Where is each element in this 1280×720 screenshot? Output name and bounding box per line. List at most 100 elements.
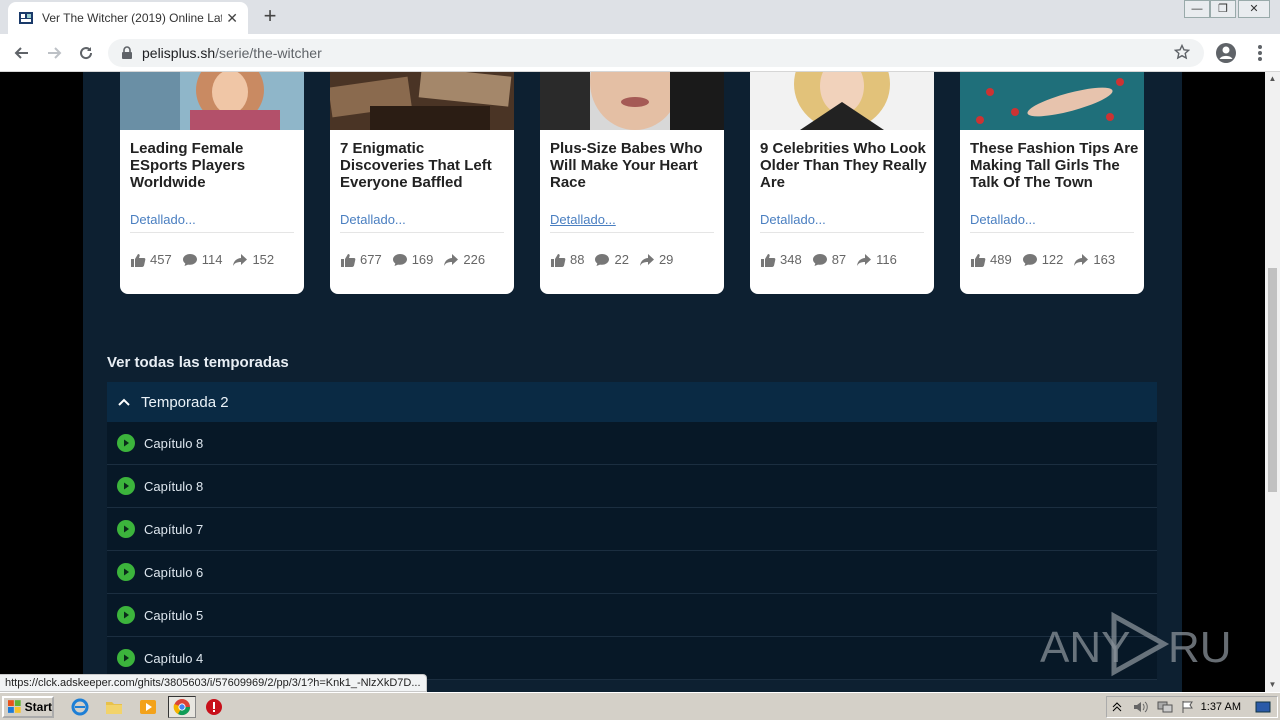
arrow-right-icon <box>48 47 62 59</box>
episode-label: Capítulo 8 <box>144 478 204 494</box>
lock-icon <box>122 46 132 59</box>
episode-label: Capítulo 4 <box>144 650 204 666</box>
forward-button[interactable] <box>42 41 66 65</box>
comment-icon <box>812 253 827 266</box>
tab-title: Ver The Witcher (2019) Online Latino <box>42 11 222 25</box>
ad-card[interactable]: Plus-Size Babes Who Will Make Your Heart… <box>540 72 724 294</box>
like-count: 677 <box>360 252 382 267</box>
chrome-taskbar-button[interactable] <box>168 696 196 718</box>
share-count: 152 <box>252 252 275 267</box>
address-bar[interactable]: pelisplus.sh/serie/the-witcher <box>108 39 1204 67</box>
comment-icon <box>595 253 610 266</box>
comment-count: 114 <box>201 252 223 267</box>
url-host: pelisplus.sh <box>142 45 216 61</box>
chevron-up-icon <box>118 398 130 406</box>
comment-icon <box>182 253 197 266</box>
ad-headline[interactable]: Plus-Size Babes Who Will Make Your Heart… <box>550 140 720 191</box>
share-count: 226 <box>463 252 486 267</box>
tray-expand-icon[interactable] <box>1111 700 1123 714</box>
share-icon <box>639 253 654 266</box>
thumbs-up-icon <box>551 253 566 267</box>
close-window-button[interactable]: ✕ <box>1238 0 1270 18</box>
kebab-menu-icon[interactable] <box>1250 41 1270 65</box>
season-label: Temporada 2 <box>141 393 229 411</box>
restore-button[interactable]: ❐ <box>1210 0 1236 18</box>
ad-thumbnail <box>540 72 724 130</box>
new-tab-button[interactable]: + <box>258 5 282 29</box>
back-button[interactable] <box>10 41 34 65</box>
divider <box>130 232 294 233</box>
reload-icon <box>80 47 93 60</box>
ad-headline[interactable]: Leading Female ESports Players Worldwide <box>130 140 300 191</box>
ad-card[interactable]: These Fashion Tips Are Making Tall Girls… <box>960 72 1144 294</box>
play-circle-icon <box>117 477 135 495</box>
ad-headline[interactable]: 7 Enigmatic Discoveries That Left Everyo… <box>340 140 510 191</box>
folder-icon[interactable] <box>104 697 124 717</box>
ad-more-link[interactable]: Detallado... <box>970 212 1036 227</box>
play-circle-icon <box>117 649 135 667</box>
scrollbar-thumb[interactable] <box>1268 268 1277 492</box>
ad-stats: 677 169 226 <box>340 252 491 267</box>
ad-more-link[interactable]: Detallado... <box>550 212 616 227</box>
ad-headline[interactable]: These Fashion Tips Are Making Tall Girls… <box>970 140 1140 191</box>
svg-text:ANY: ANY <box>1040 623 1130 672</box>
action-center-flag-icon[interactable] <box>1181 700 1195 714</box>
ad-card[interactable]: 7 Enigmatic Discoveries That Left Everyo… <box>330 72 514 294</box>
internet-explorer-icon[interactable] <box>70 697 90 717</box>
divider <box>550 232 714 233</box>
share-icon <box>233 253 248 266</box>
volume-icon[interactable] <box>1133 700 1149 714</box>
page-viewport[interactable]: Leading Female ESports Players Worldwide… <box>0 72 1265 692</box>
share-count: 29 <box>658 252 674 267</box>
svg-text:RUN: RUN <box>1168 623 1235 672</box>
share-count: 163 <box>1093 252 1116 267</box>
share-count: 116 <box>876 252 897 267</box>
episode-item[interactable]: Capítulo 6 <box>107 551 1157 594</box>
link-status-bubble: https://clck.adskeeper.com/ghits/3805603… <box>0 674 427 692</box>
ad-thumbnail <box>750 72 934 130</box>
play-circle-icon <box>117 563 135 581</box>
page-scrollbar[interactable]: ▲ ▼ <box>1265 72 1280 692</box>
ad-more-link[interactable]: Detallado... <box>340 212 406 227</box>
minimize-button[interactable]: — <box>1184 0 1210 18</box>
comment-count: 87 <box>831 252 847 267</box>
network-icon[interactable] <box>1157 700 1173 714</box>
thumbs-up-icon <box>971 253 986 267</box>
show-desktop-icon[interactable] <box>1255 700 1271 714</box>
ad-stats: 348 87 116 <box>760 252 903 267</box>
media-player-icon[interactable] <box>138 697 158 717</box>
share-icon <box>1074 253 1089 266</box>
like-count: 489 <box>990 252 1012 267</box>
browser-tab[interactable]: Ver The Witcher (2019) Online Latino ✕ <box>8 2 248 34</box>
episode-label: Capítulo 7 <box>144 521 204 537</box>
tab-close-icon[interactable]: ✕ <box>226 10 238 27</box>
ad-stats: 489 122 163 <box>970 252 1121 267</box>
ad-card[interactable]: Leading Female ESports Players Worldwide… <box>120 72 304 294</box>
profile-avatar-icon[interactable] <box>1214 41 1238 65</box>
stop-app-icon[interactable] <box>204 697 224 717</box>
ad-headline[interactable]: 9 Celebrities Who Look Older Than They R… <box>760 140 930 191</box>
episode-label: Capítulo 8 <box>144 435 204 451</box>
divider <box>970 232 1134 233</box>
like-count: 348 <box>780 252 802 267</box>
ad-card[interactable]: 9 Celebrities Who Look Older Than They R… <box>750 72 934 294</box>
play-circle-icon <box>117 434 135 452</box>
chrome-icon <box>173 699 191 716</box>
episode-item[interactable]: Capítulo 5 <box>107 594 1157 637</box>
ad-more-link[interactable]: Detallado... <box>130 212 196 227</box>
ad-more-link[interactable]: Detallado... <box>760 212 826 227</box>
episode-item[interactable]: Capítulo 7 <box>107 508 1157 551</box>
system-tray: 1:37 AM <box>1106 696 1278 718</box>
reload-button[interactable] <box>74 41 98 65</box>
episode-item[interactable]: Capítulo 8 <box>107 465 1157 508</box>
start-button[interactable]: Start <box>2 696 54 718</box>
bookmark-star-icon[interactable] <box>1174 44 1190 60</box>
season-accordion-header[interactable]: Temporada 2 <box>107 382 1157 422</box>
scroll-up-arrow-icon[interactable]: ▲ <box>1265 72 1280 86</box>
seasons-heading: Ver todas las temporadas <box>107 354 289 371</box>
episode-item[interactable]: Capítulo 8 <box>107 422 1157 465</box>
scroll-down-arrow-icon[interactable]: ▼ <box>1265 678 1280 692</box>
ad-thumbnail <box>330 72 514 130</box>
windows-logo-icon <box>8 700 21 713</box>
episode-label: Capítulo 5 <box>144 607 204 623</box>
